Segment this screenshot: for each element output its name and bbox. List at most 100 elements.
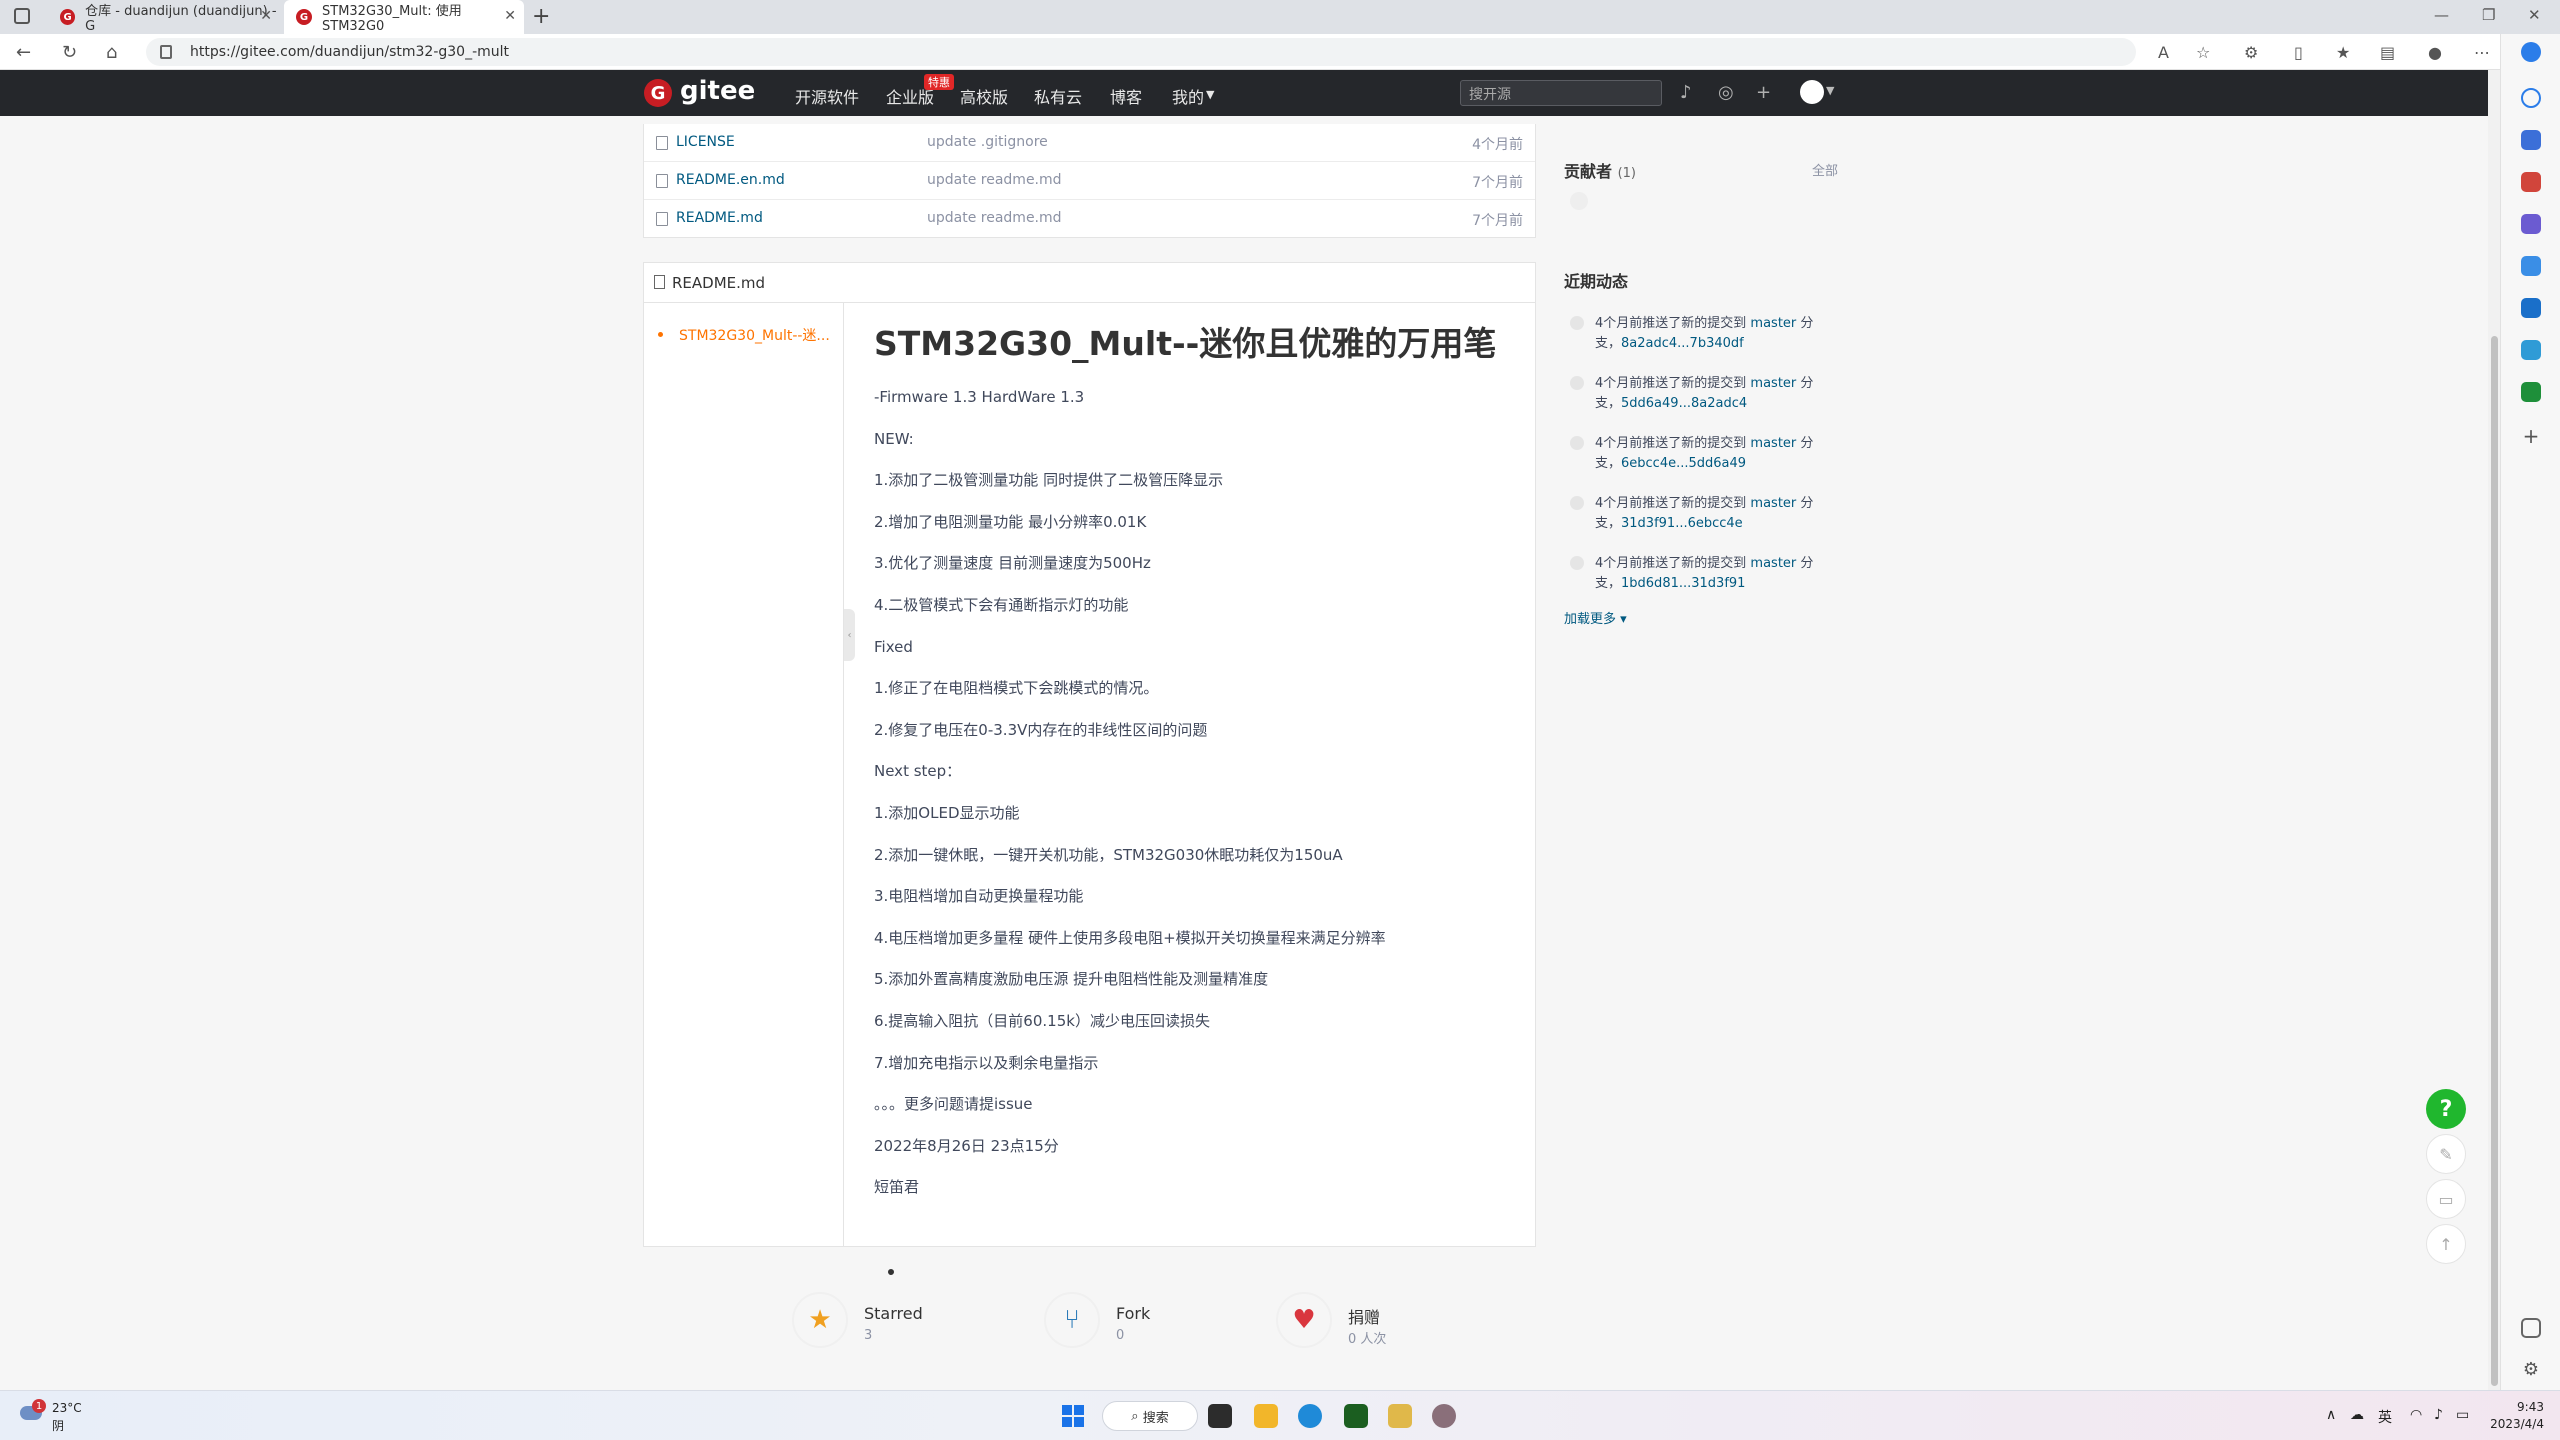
toc-collapse-handle[interactable]: ‹ bbox=[844, 609, 855, 661]
commit-range-link[interactable]: 1bd6d81...31d3f91 bbox=[1621, 576, 1745, 591]
onedrive-icon[interactable]: ☁ bbox=[2350, 1407, 2364, 1423]
tab-stm32g30-mult[interactable]: G STM32G30_Mult: 使用STM32G0 ✕ bbox=[284, 0, 524, 34]
new-tab-button[interactable]: + bbox=[532, 4, 550, 29]
nav-private-cloud[interactable]: 私有云 bbox=[1034, 84, 1082, 108]
tray-chevron-up-icon[interactable]: ∧ bbox=[2326, 1407, 2336, 1423]
file-commit-message[interactable]: update readme.md bbox=[927, 210, 1062, 226]
readme-line: 2.修复了电压在0-3.3V内存在的非线性区间的问题 bbox=[874, 720, 1208, 739]
weather-desc[interactable]: 阴 bbox=[52, 1417, 64, 1434]
app-notes-icon[interactable] bbox=[1388, 1404, 1412, 1428]
location-icon[interactable]: ◎ bbox=[1718, 82, 1734, 103]
sidebar-layout-icon[interactable] bbox=[2521, 1318, 2541, 1338]
file-row[interactable]: README.en.md update readme.md 7个月前 bbox=[644, 162, 1535, 200]
tools-icon[interactable] bbox=[2521, 172, 2541, 192]
clock-time[interactable]: 9:43 bbox=[2494, 1400, 2544, 1414]
task-view-icon[interactable] bbox=[1208, 1404, 1232, 1428]
edit-feedback-icon[interactable]: ✎ bbox=[2426, 1134, 2466, 1174]
bing-icon[interactable] bbox=[2521, 42, 2541, 62]
nav-education[interactable]: 高校版 bbox=[960, 84, 1008, 108]
tree-icon[interactable] bbox=[2521, 382, 2541, 402]
favorite-add-icon[interactable]: ☆ bbox=[2196, 43, 2210, 62]
toc-item[interactable]: STM32G30_Mult--迷... bbox=[679, 325, 830, 345]
settings-icon[interactable]: ⚙ bbox=[2521, 1360, 2541, 1380]
edge-icon[interactable] bbox=[1298, 1404, 1322, 1428]
avatar[interactable] bbox=[1570, 436, 1584, 450]
nav-mine[interactable]: 我的 bbox=[1172, 84, 1204, 108]
app-k-icon[interactable] bbox=[1344, 1404, 1368, 1428]
gitee-logo-icon[interactable]: G bbox=[644, 79, 672, 107]
volume-icon[interactable]: ♪ bbox=[2434, 1407, 2443, 1423]
gitee-logo-text[interactable]: gitee bbox=[680, 76, 755, 106]
refresh-icon[interactable]: ↻ bbox=[62, 42, 77, 63]
office-icon[interactable] bbox=[2521, 256, 2541, 276]
clock-date[interactable]: 2023/4/4 bbox=[2468, 1417, 2544, 1431]
read-aloud-icon[interactable]: A bbox=[2158, 43, 2169, 62]
file-row[interactable]: LICENSE update .gitignore 4个月前 bbox=[644, 124, 1535, 162]
branch-link[interactable]: master bbox=[1750, 556, 1796, 571]
games-icon[interactable] bbox=[2521, 214, 2541, 234]
collections-icon[interactable]: ▤ bbox=[2380, 43, 2395, 62]
more-icon[interactable]: ⋯ bbox=[2474, 43, 2490, 62]
ime-indicator[interactable]: 英 bbox=[2378, 1407, 2392, 1427]
branch-link[interactable]: master bbox=[1750, 436, 1796, 451]
comment-icon[interactable]: ▭ bbox=[2426, 1179, 2466, 1219]
tab-actions-icon[interactable] bbox=[14, 8, 30, 24]
file-row[interactable]: README.md update readme.md 7个月前 bbox=[644, 200, 1535, 238]
branch-link[interactable]: master bbox=[1750, 316, 1796, 331]
favorites-icon[interactable]: ★ bbox=[2336, 43, 2350, 62]
tab-repositories[interactable]: G 仓库 - duandijun (duandijun) - G ✕ bbox=[48, 0, 280, 34]
commit-range-link[interactable]: 31d3f91...6ebcc4e bbox=[1621, 516, 1743, 531]
nav-open-source[interactable]: 开源软件 bbox=[795, 84, 859, 108]
commit-range-link[interactable]: 8a2adc4...7b340df bbox=[1621, 336, 1744, 351]
shopping-icon[interactable] bbox=[2521, 130, 2541, 150]
plus-icon[interactable]: + bbox=[1756, 82, 1771, 103]
weather-temp[interactable]: 23°C bbox=[52, 1401, 82, 1415]
extensions-icon[interactable]: ⚙ bbox=[2244, 43, 2258, 62]
file-explorer-icon[interactable] bbox=[1254, 1404, 1278, 1428]
file-commit-message[interactable]: update .gitignore bbox=[927, 134, 1048, 150]
avatar[interactable] bbox=[1570, 192, 1588, 210]
send-icon[interactable] bbox=[2521, 340, 2541, 360]
branch-link[interactable]: master bbox=[1750, 376, 1796, 391]
help-button[interactable]: ? bbox=[2426, 1089, 2466, 1129]
commit-range-link[interactable]: 6ebcc4e...5dd6a49 bbox=[1621, 456, 1746, 471]
nav-blog[interactable]: 博客 bbox=[1110, 84, 1142, 108]
add-icon[interactable]: + bbox=[2521, 426, 2541, 446]
file-name[interactable]: LICENSE bbox=[676, 134, 735, 150]
branch-link[interactable]: master bbox=[1750, 496, 1796, 511]
home-icon[interactable]: ⌂ bbox=[106, 42, 117, 63]
restore-icon[interactable]: ❐ bbox=[2482, 6, 2495, 24]
outlook-icon[interactable] bbox=[2521, 298, 2541, 318]
load-more-link[interactable]: 加载更多 ▾ bbox=[1564, 608, 1627, 627]
profile-icon[interactable]: ● bbox=[2428, 43, 2442, 62]
close-tab-icon[interactable]: ✕ bbox=[504, 8, 516, 24]
search-input[interactable]: 搜开源 bbox=[1460, 80, 1662, 106]
file-name[interactable]: README.en.md bbox=[676, 172, 785, 188]
avatar[interactable] bbox=[1570, 316, 1584, 330]
split-screen-icon[interactable]: ▯ bbox=[2294, 43, 2303, 62]
minimize-icon[interactable]: — bbox=[2434, 6, 2449, 24]
file-name[interactable]: README.md bbox=[676, 210, 763, 226]
file-commit-message[interactable]: update readme.md bbox=[927, 172, 1062, 188]
taskbar-search-button[interactable]: ⌕ 搜索 bbox=[1102, 1401, 1198, 1431]
back-icon[interactable]: ← bbox=[16, 42, 31, 63]
commit-range-link[interactable]: 5dd6a49...8a2adc4 bbox=[1621, 396, 1747, 411]
close-window-icon[interactable]: ✕ bbox=[2528, 6, 2541, 24]
avatar[interactable] bbox=[1570, 376, 1584, 390]
back-to-top-icon[interactable]: ↑ bbox=[2426, 1224, 2466, 1264]
contributors-count: (1) bbox=[1617, 166, 1637, 181]
close-tab-icon[interactable]: ✕ bbox=[260, 8, 272, 24]
url-field[interactable]: https://gitee.com/duandijun/stm32-g30_-m… bbox=[146, 38, 2136, 66]
contributors-all-link[interactable]: 全部 bbox=[1812, 160, 1838, 179]
avatar[interactable] bbox=[1800, 80, 1824, 104]
app-avatar-icon[interactable] bbox=[1432, 1404, 1456, 1428]
avatar[interactable] bbox=[1570, 496, 1584, 510]
chevron-down-icon[interactable]: ▼ bbox=[1826, 84, 1834, 97]
windows-start-icon[interactable] bbox=[1062, 1405, 1084, 1427]
bell-icon[interactable]: ♪ bbox=[1680, 82, 1692, 103]
activity-line: 4个月前推送了新的提交到 master 分 bbox=[1595, 552, 1813, 571]
scrollbar-thumb[interactable] bbox=[2491, 336, 2498, 1386]
wifi-icon[interactable]: ◠ bbox=[2410, 1407, 2422, 1423]
search-icon[interactable] bbox=[2521, 88, 2541, 108]
avatar[interactable] bbox=[1570, 556, 1584, 570]
